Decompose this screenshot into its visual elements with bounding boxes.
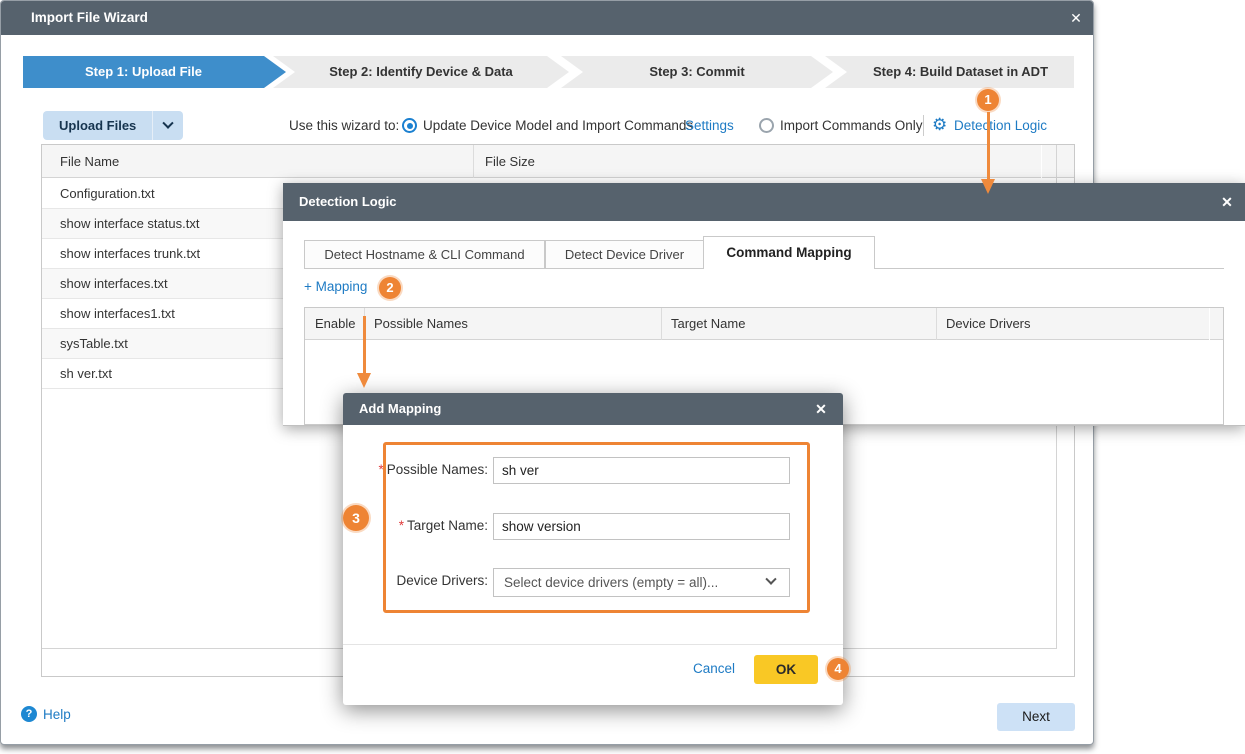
detection-logic-dialog: Detection Logic ✕ Detect Hostname & CLI … <box>283 183 1245 426</box>
detection-logic-link[interactable]: Detection Logic <box>954 111 1047 140</box>
command-mapping-table-header: Enable Possible Names Target Name Device… <box>305 308 1223 340</box>
device-drivers-label: Device Drivers: <box>343 567 488 595</box>
possible-names-label: *Possible Names: <box>343 456 488 484</box>
step-2-identify-device-data[interactable]: Step 2: Identify Device & Data <box>273 56 569 88</box>
annotation-arrow-2-head <box>357 373 371 388</box>
annotation-badge-1: 1 <box>977 89 999 111</box>
help-link[interactable]: ? Help <box>21 706 71 722</box>
dialog-footer-divider <box>343 644 843 645</box>
cancel-link[interactable]: Cancel <box>693 655 735 683</box>
ok-button[interactable]: OK <box>754 655 818 684</box>
step-1-upload-file[interactable]: Step 1: Upload File <box>23 56 286 88</box>
annotation-badge-2: 2 <box>379 277 401 299</box>
help-label: Help <box>43 707 71 722</box>
annotation-arrow-1 <box>987 112 990 180</box>
column-header-file-size: File Size <box>485 145 535 178</box>
column-divider <box>473 145 474 178</box>
annotation-arrow-1-head <box>981 179 995 194</box>
detection-logic-title-bar: Detection Logic ✕ <box>283 183 1245 221</box>
column-divider <box>661 308 662 340</box>
column-header-device-drivers: Device Drivers <box>936 308 1031 340</box>
step-4-build-dataset-adt[interactable]: Step 4: Build Dataset in ADT <box>825 56 1074 88</box>
next-button[interactable]: Next <box>997 703 1075 731</box>
column-divider <box>936 308 937 340</box>
device-drivers-placeholder: Select device drivers (empty = all)... <box>504 575 718 590</box>
wizard-close-icon[interactable]: ✕ <box>1063 5 1089 31</box>
radio-import-commands-only-label: Import Commands Only <box>780 111 923 140</box>
required-asterisk: * <box>399 518 404 533</box>
detection-logic-close-icon[interactable]: ✕ <box>1215 190 1239 214</box>
detection-logic-title: Detection Logic <box>299 194 397 209</box>
chevron-down-icon <box>765 574 776 585</box>
tab-detect-hostname-cli-command[interactable]: Detect Hostname & CLI Command <box>304 240 545 269</box>
required-asterisk: * <box>378 462 383 477</box>
file-table-header: File Name File Size <box>42 145 1074 178</box>
column-divider <box>1041 145 1042 178</box>
annotation-badge-4: 4 <box>827 658 849 680</box>
add-mapping-link[interactable]: + Mapping <box>304 279 367 294</box>
column-divider <box>1209 308 1210 340</box>
upload-files-button[interactable]: Upload Files <box>43 111 183 140</box>
settings-link[interactable]: Settings <box>685 111 734 140</box>
wizard-title-bar: Import File Wizard ✕ <box>1 1 1093 35</box>
device-drivers-select[interactable]: Select device drivers (empty = all)... <box>493 568 790 597</box>
radio-import-commands-only[interactable] <box>759 118 774 133</box>
possible-names-input[interactable] <box>493 457 790 484</box>
tab-detect-device-driver[interactable]: Detect Device Driver <box>545 240 704 269</box>
column-header-enable: Enable <box>305 308 355 340</box>
column-header-target-name: Target Name <box>661 308 745 340</box>
add-mapping-dialog: Add Mapping ✕ *Possible Names: *Target N… <box>343 393 843 705</box>
column-header-file-name: File Name <box>60 145 119 178</box>
step-3-commit[interactable]: Step 3: Commit <box>561 56 833 88</box>
toolbar-divider <box>923 115 924 136</box>
wizard-steps-bar: Step 1: Upload File Step 2: Identify Dev… <box>23 56 1074 88</box>
chevron-down-icon <box>163 117 174 128</box>
annotation-arrow-2 <box>363 316 366 374</box>
radio-update-device-model[interactable] <box>402 118 417 133</box>
tab-command-mapping[interactable]: Command Mapping <box>703 236 875 269</box>
add-mapping-title-bar: Add Mapping ✕ <box>343 393 843 425</box>
upload-files-label: Upload Files <box>43 118 152 133</box>
radio-selected-dot <box>407 123 413 129</box>
column-header-possible-names: Possible Names <box>364 308 468 340</box>
annotation-badge-3: 3 <box>343 505 369 531</box>
wizard-title: Import File Wizard <box>31 10 148 25</box>
add-mapping-close-icon[interactable]: ✕ <box>809 397 833 421</box>
target-name-input[interactable] <box>493 513 790 540</box>
gear-icon[interactable]: ⚙ <box>932 111 947 140</box>
wizard-mode-label: Use this wizard to: <box>289 111 399 140</box>
upload-dropdown-toggle[interactable] <box>153 111 183 140</box>
help-icon: ? <box>21 706 37 722</box>
add-mapping-title: Add Mapping <box>359 401 441 416</box>
radio-update-device-model-label: Update Device Model and Import Commands <box>423 111 693 140</box>
